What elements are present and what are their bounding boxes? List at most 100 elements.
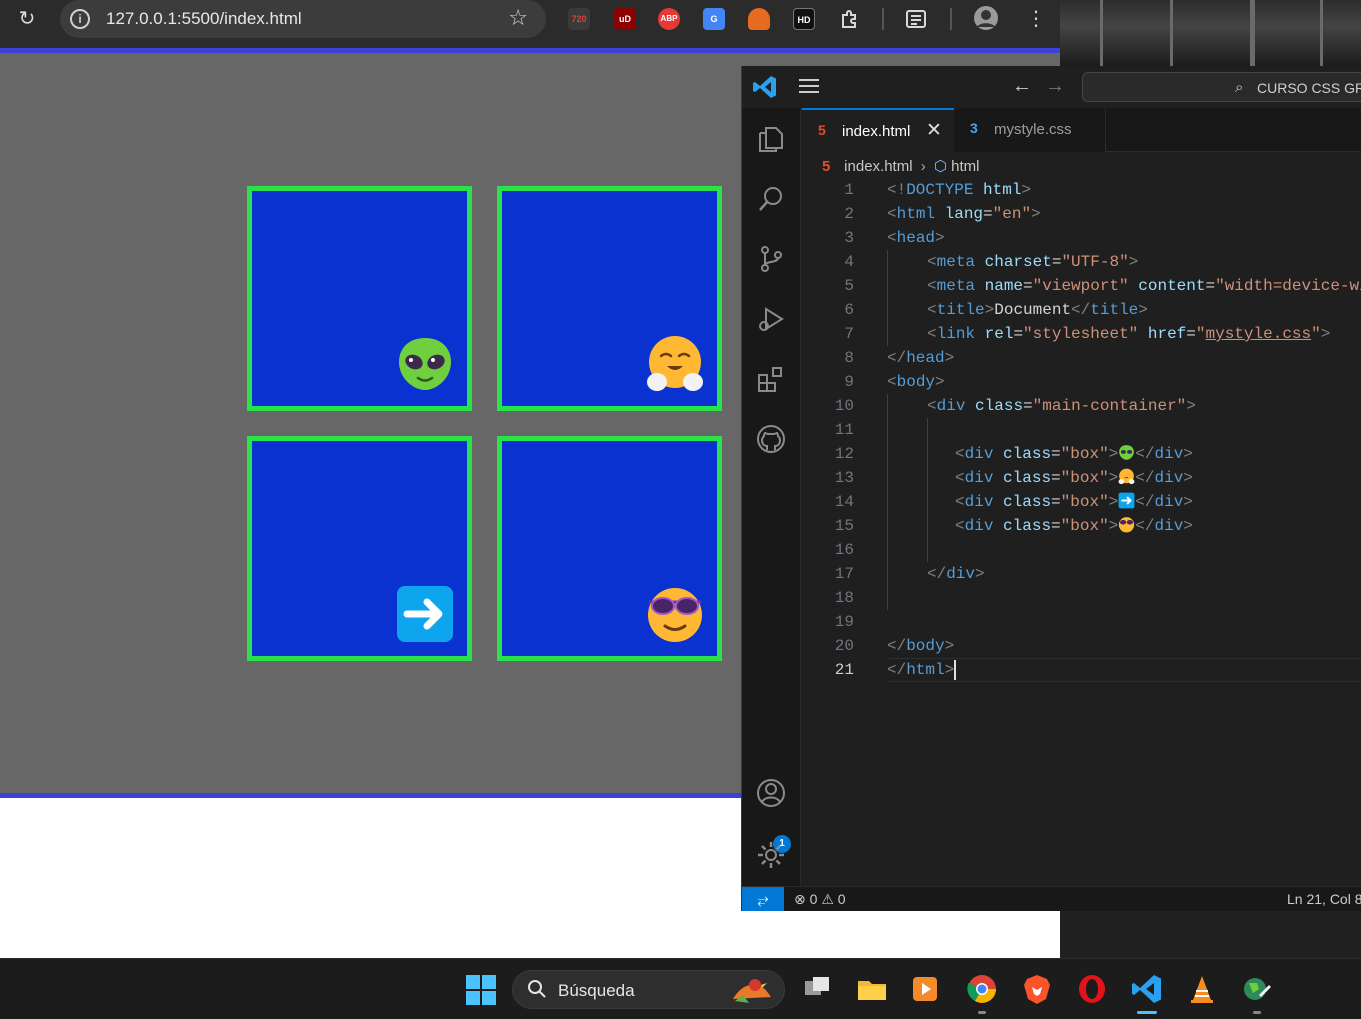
box [247,186,472,411]
explorer-files-icon[interactable] [756,124,786,154]
windows-taskbar: Búsqueda [0,958,1361,1019]
box [247,436,472,661]
box [497,436,722,661]
html-file-icon: 5 [822,157,831,175]
sunglasses-face-emoji [1119,517,1135,533]
profile-avatar[interactable] [973,5,999,31]
chevron-right-icon: › [920,157,926,175]
code-line: 16 [834,541,854,559]
problems-indicator[interactable]: ⊗ 0 ⚠ 0 [794,891,846,908]
code-line: 8 </head> [844,349,955,367]
search-icon: ⌕ [1235,79,1244,96]
network-globe-icon[interactable] [1241,973,1273,1005]
720-extension-icon[interactable]: 720 [568,8,590,30]
remote-indicator-icon[interactable]: ⥂ [742,887,784,911]
search-icon [528,980,546,998]
extensions-puzzle-icon[interactable] [838,7,862,31]
vscode-icon[interactable] [1131,973,1163,1005]
right-arrow-emoji [1118,492,1135,509]
fox-extension-icon[interactable] [748,8,770,30]
adblock-plus-icon[interactable]: ABP [658,8,680,30]
box [497,186,722,411]
google-translate-icon[interactable]: G [703,8,725,30]
reload-icon[interactable]: ↻ [14,6,40,32]
tab-mystyle-css[interactable]: 3 mystyle.css [954,108,1106,152]
code-line: 12 <div class="box"> </div> [834,445,1193,463]
search-highlight-bird-icon [733,979,771,1003]
accounts-icon[interactable] [756,778,786,808]
workspace-title: CURSO CSS GRI [1257,80,1361,96]
code-line: 10 <div class="main-container"> [834,397,1196,415]
forward-arrow-icon[interactable]: → [1045,75,1065,98]
settings-gear-icon[interactable] [756,840,786,870]
code-line: 21 </html> [834,659,957,680]
vscode-titlebar: ← → ⌕ CURSO CSS GRI [742,66,1361,108]
code-line: 18 [834,589,854,607]
alien-emoji [1119,445,1135,460]
command-center-search[interactable]: ⌕ CURSO CSS GRI [1082,72,1361,102]
start-windows-icon[interactable] [466,975,496,1005]
browser-toolbar: ↻ i 127.0.0.1:5500/index.html ☆ 720 uD A… [0,0,1060,48]
desktop-wallpaper-bottom [1060,911,1361,958]
alien-emoji [399,338,451,390]
running-indicator [978,1011,986,1014]
browser-menu-icon[interactable]: ⋮ [1026,6,1046,31]
back-arrow-icon[interactable]: ← [1012,75,1032,98]
code-editor[interactable]: 1 <!DOCTYPE html> 2 <html lang="en"> 3 <hea… [802,178,1361,884]
brave-icon[interactable] [1021,973,1053,1005]
cube-symbol-icon: ⬡ [933,158,947,176]
error-count: 0 [809,891,818,907]
cursor-position[interactable]: Ln 21, Col 8 [1287,891,1361,907]
file-explorer-icon[interactable] [856,973,888,1005]
code-line: 1 <!DOCTYPE html> [844,181,1032,199]
search-icon[interactable] [756,184,786,214]
code-line: 19 [834,613,854,631]
toolbar-divider [882,8,884,30]
address-bar[interactable]: i 127.0.0.1:5500/index.html ☆ [60,0,546,38]
github-icon[interactable] [756,424,786,454]
code-line: 3 <head> [844,229,945,247]
extensions-icon[interactable] [756,364,786,394]
site-info-icon[interactable]: i [70,9,90,29]
menu-hamburger-icon[interactable] [799,79,819,95]
activity-bar: 1 [742,108,801,886]
run-debug-icon[interactable] [756,304,786,334]
close-icon[interactable]: ✕ [926,119,942,142]
bookmark-star-icon[interactable]: ☆ [508,5,528,31]
code-line: 5 <meta name="viewport" content="width=de… [844,277,1361,295]
breadcrumb-file[interactable]: index.html [844,158,912,175]
url-text[interactable]: 127.0.0.1:5500/index.html [106,9,302,29]
ublock-icon[interactable]: uD [614,8,636,30]
search-label: Búsqueda [558,981,635,1000]
vscode-logo-icon [753,76,776,98]
task-view-icon[interactable] [801,973,833,1005]
tab-label: mystyle.css [994,121,1072,138]
smiling-face-with-open-hands-emoji [1118,468,1135,485]
source-control-icon[interactable] [756,244,786,274]
taskbar-search[interactable]: Búsqueda [512,970,785,1009]
breadcrumb-symbol[interactable]: html [951,158,979,175]
media-player-icon[interactable] [909,973,941,1005]
code-line: 4 <meta charset="UTF-8"> [844,253,1139,271]
toolbar-divider [950,8,952,30]
opera-icon[interactable] [1076,973,1108,1005]
stylesheet-link[interactable]: mystyle.css [1206,325,1312,343]
reading-list-icon[interactable] [905,8,927,30]
code-line: 6 <title>Document</title> [844,301,1148,319]
code-line: 9 <body> [844,373,945,391]
error-icon: ⊗ [794,891,806,907]
html-file-icon: 5 [818,122,826,138]
code-line: 11 [834,421,854,439]
code-line: 13 <div class="box"> </div> [834,468,1193,487]
vlc-icon[interactable] [1186,973,1218,1005]
code-line: 7 <link rel="stylesheet" href="mystyle.cs… [844,325,1331,343]
vscode-window: ← → ⌕ CURSO CSS GRI 1 5 index.html ✕ 3 m… [741,66,1361,911]
smiling-face-with-open-hands-emoji [647,336,703,391]
code-line: 15 <div class="box"> </div> [834,517,1193,535]
editor-tabs: 5 index.html ✕ 3 mystyle.css [802,108,1361,152]
chrome-icon[interactable] [966,973,998,1005]
text-cursor [954,659,957,680]
tab-index-html[interactable]: 5 index.html ✕ [802,108,954,152]
css-file-icon: 3 [970,120,978,136]
hd-extension-icon[interactable]: HD [793,8,815,30]
